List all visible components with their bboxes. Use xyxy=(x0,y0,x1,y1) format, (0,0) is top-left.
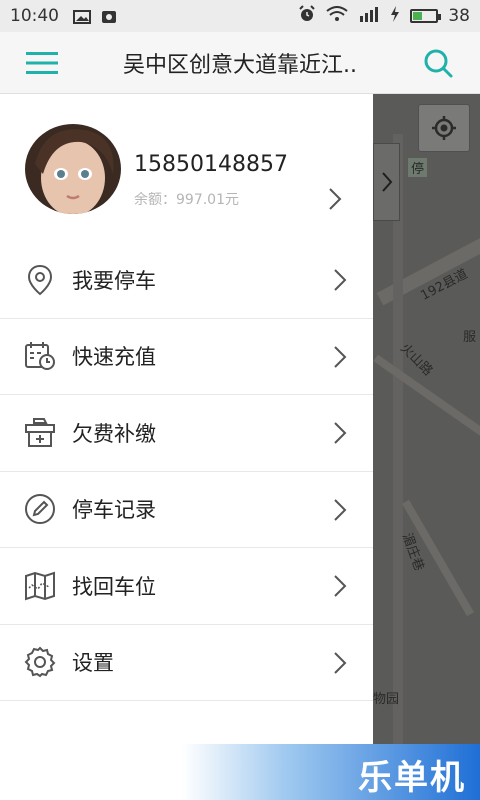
chevron-right-icon xyxy=(334,422,347,444)
wifi-icon xyxy=(326,5,348,27)
chevron-right-icon xyxy=(381,172,392,192)
menu-item-label: 快速充值 xyxy=(72,345,156,370)
menu-button[interactable] xyxy=(0,32,84,94)
menu-item-label: 我要停车 xyxy=(72,268,156,293)
menu-item-settings[interactable]: 设置 xyxy=(0,625,373,701)
menu-item-parking-records[interactable]: 停车记录 xyxy=(0,472,373,548)
chevron-right-icon xyxy=(334,345,347,368)
menu-item-park[interactable]: 我要停车 xyxy=(0,242,373,319)
locate-me-button[interactable] xyxy=(418,104,470,152)
chevron-right-icon xyxy=(334,269,347,291)
status-time: 10:40 xyxy=(10,6,59,26)
signal-icon xyxy=(358,6,380,27)
charging-icon xyxy=(390,5,400,27)
user-phone: 15850148857 xyxy=(134,152,288,177)
chevron-right-icon xyxy=(334,651,347,674)
menu-list: 我要停车 快速充值 欠费补缴 停车记录 找回车位 设置 xyxy=(0,242,373,701)
avatar[interactable] xyxy=(25,124,121,214)
crosshair-icon xyxy=(432,116,456,140)
edit-pen-icon xyxy=(24,493,56,525)
payment-box-icon xyxy=(24,417,56,449)
menu-item-label: 欠费补缴 xyxy=(72,421,156,446)
map-place-label: 服 xyxy=(463,330,477,345)
top-bar: 吴中区创意大道靠近江.. xyxy=(0,32,480,94)
side-drawer: 15850148857 余额：997.01元 我要停车 快速充值 欠费补缴 停车… xyxy=(0,94,373,744)
menu-item-label: 停车记录 xyxy=(72,498,156,523)
menu-item-recharge[interactable]: 快速充值 xyxy=(0,319,373,395)
app-notification-icon xyxy=(101,9,119,23)
watermark-band: 乐单机 xyxy=(0,744,480,800)
battery-level: 38 xyxy=(448,6,470,26)
calendar-clock-icon xyxy=(24,340,56,372)
chevron-right-icon xyxy=(329,188,342,210)
battery-icon xyxy=(410,9,442,23)
map-parking-marker[interactable]: 停 xyxy=(408,158,428,177)
search-button[interactable] xyxy=(396,32,480,94)
alarm-icon xyxy=(298,4,316,28)
image-notification-icon xyxy=(73,9,91,24)
user-profile[interactable]: 15850148857 余额：997.01元 xyxy=(0,94,373,240)
gear-icon xyxy=(24,646,56,678)
location-pin-icon xyxy=(24,264,56,296)
menu-item-label: 找回车位 xyxy=(72,574,156,599)
chevron-right-icon xyxy=(334,575,347,597)
map-place-label: 物园 xyxy=(373,692,400,707)
status-bar: 10:40 38 xyxy=(0,0,480,32)
menu-item-label: 设置 xyxy=(72,651,114,676)
menu-item-pay-arrears[interactable]: 欠费补缴 xyxy=(0,395,373,472)
watermark-logo: 乐单机 xyxy=(358,758,466,798)
drawer-toggle-tab[interactable] xyxy=(373,143,400,221)
map-icon xyxy=(24,570,56,602)
chevron-right-icon xyxy=(334,498,347,521)
hamburger-icon xyxy=(26,51,58,74)
page-title: 吴中区创意大道靠近江.. xyxy=(123,52,357,78)
menu-item-find-spot[interactable]: 找回车位 xyxy=(0,548,373,625)
search-icon xyxy=(424,49,453,77)
account-balance: 余额：997.01元 xyxy=(134,192,239,208)
